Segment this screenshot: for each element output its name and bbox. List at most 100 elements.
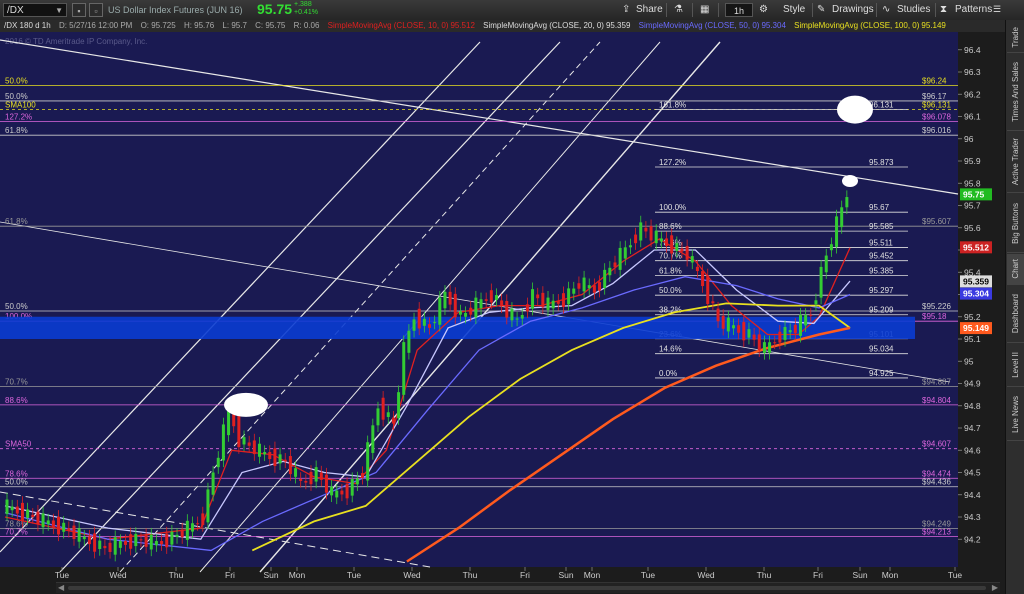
candle-body [190,523,194,532]
candle-body [757,334,761,351]
candle-body [494,295,498,300]
sma20-label[interactable]: SimpleMovingAvg (CLOSE, 20, 0) [483,21,604,30]
grid-icon[interactable]: ▦ [700,4,709,15]
side-tab-trade[interactable]: Trade [1007,22,1024,53]
symbol-dropdown-icon[interactable]: ▼ [55,4,63,18]
candle-body [737,325,741,333]
candle-body [505,301,509,318]
fib-label: 50.0% [659,286,682,295]
side-tab-times-and-sales[interactable]: Times And Sales [1007,54,1024,131]
side-tab-big-buttons[interactable]: Big Buttons [1007,194,1024,253]
studies-menu[interactable]: Studies [897,4,930,15]
candle-body [561,293,565,307]
y-tick-label: 94.5 [964,468,981,478]
low-ellipse [224,392,268,417]
share-icon[interactable]: ⇪ [622,4,630,15]
level-label: SMA100 [5,101,36,110]
candle-body [376,408,380,426]
candle-body [62,522,66,532]
fib-label: 127.2% [659,158,686,167]
candle-body [644,227,648,232]
candle-body [603,269,607,288]
candle-body [525,304,529,312]
candle-body [695,266,699,272]
scroll-left-icon[interactable]: ◀ [58,583,64,593]
settings-icon[interactable]: ▫ [89,3,103,17]
patterns-menu[interactable]: Patterns [955,4,992,15]
candle-body [319,472,323,480]
level-price: $94.213 [922,527,951,536]
sma100-label[interactable]: SimpleMovingAvg (CLOSE, 100, 0) [794,21,919,30]
symbol-input[interactable]: /DX ▼ [3,3,67,17]
candle-body [371,425,375,453]
level-price: $94.804 [922,396,951,405]
side-tab-level-ii[interactable]: Level II [1007,344,1024,387]
x-tick-label: Thu [757,570,772,580]
y-tick-label: 94.4 [964,490,981,500]
side-tab-label: Level II [1011,352,1020,378]
fib-label: 14.6% [659,345,682,354]
candle-body [433,322,437,324]
toolbar-divider [692,3,693,17]
level-label: 61.8% [5,126,28,135]
patterns-icon[interactable]: ⧗ [940,4,947,15]
side-tab-label: Chart [1011,259,1020,279]
fib-label: 161.8% [659,101,686,110]
fib-price: 95.385 [869,267,894,276]
candle-body [716,308,720,322]
flask-icon[interactable]: ⚗ [674,4,683,15]
candle-body [453,293,457,318]
sma50-label[interactable]: SimpleMovingAvg (CLOSE, 50, 0) [639,21,760,30]
candle-body [288,456,292,475]
gear-icon[interactable]: ⚙ [759,4,768,15]
candle-body [721,315,725,329]
candle-body [252,440,256,455]
side-tab-live-news[interactable]: Live News [1007,388,1024,441]
sma10-label[interactable]: SimpleMovingAvg (CLOSE, 10, 0) [328,21,449,30]
candle-body [608,267,612,276]
candle-body [711,301,715,304]
candle-body [154,541,158,546]
scroll-right-icon[interactable]: ▶ [992,583,998,593]
studies-icon[interactable]: ∿ [882,4,890,15]
pencil-icon[interactable]: ✎ [817,4,825,15]
top-toolbar: /DX ▼ ▪ ▫ US Dollar Index Futures (JUN 16… [0,0,1024,21]
candle-body [304,480,308,483]
price-chart[interactable]: 2016 © TD Ameritrade IP Company, Inc. 50… [0,32,1005,594]
x-tick-label: Sun [852,570,867,580]
link-icon[interactable]: ▪ [72,3,86,17]
side-tab-chart[interactable]: Chart [1007,254,1024,285]
drawings-menu[interactable]: Drawings [832,4,874,15]
share-button[interactable]: Share [636,4,663,15]
candle-body [407,330,411,353]
toolbar-divider [876,3,877,17]
candle-body [355,478,359,485]
side-tab-label: Dashboard [1011,294,1020,334]
level-price: $95.226 [922,302,951,311]
menu-icon[interactable]: ☰ [993,4,1001,15]
timeframe-selector[interactable]: 1h [725,3,753,17]
candle-body [247,442,251,446]
candle-body [268,452,272,460]
candle-body [335,490,339,498]
candle-body [701,271,705,287]
scroll-track[interactable] [68,586,986,590]
change-absolute: +.388 [294,1,312,8]
x-tick-label: Fri [225,570,235,580]
candle-body [309,471,313,485]
level-price: $96.016 [922,126,951,135]
side-tab-label: Big Buttons [1011,202,1020,244]
x-tick-label: Mon [289,570,306,580]
candle-body [788,330,792,333]
candle-body [160,541,164,545]
side-tab-dashboard[interactable]: Dashboard [1007,286,1024,343]
candle-body [773,342,777,344]
symbol-text: /DX [7,5,24,16]
side-tab-active-trader[interactable]: Active Trader [1007,132,1024,193]
candle-body [639,222,643,241]
candle-body [36,511,40,525]
y-tick-label: 96 [964,134,974,144]
bar-date: D: 5/27/16 12:00 PM [58,21,133,30]
chart-scrollbar[interactable]: ◀ ▶ [56,582,1000,593]
style-menu[interactable]: Style [783,4,805,15]
